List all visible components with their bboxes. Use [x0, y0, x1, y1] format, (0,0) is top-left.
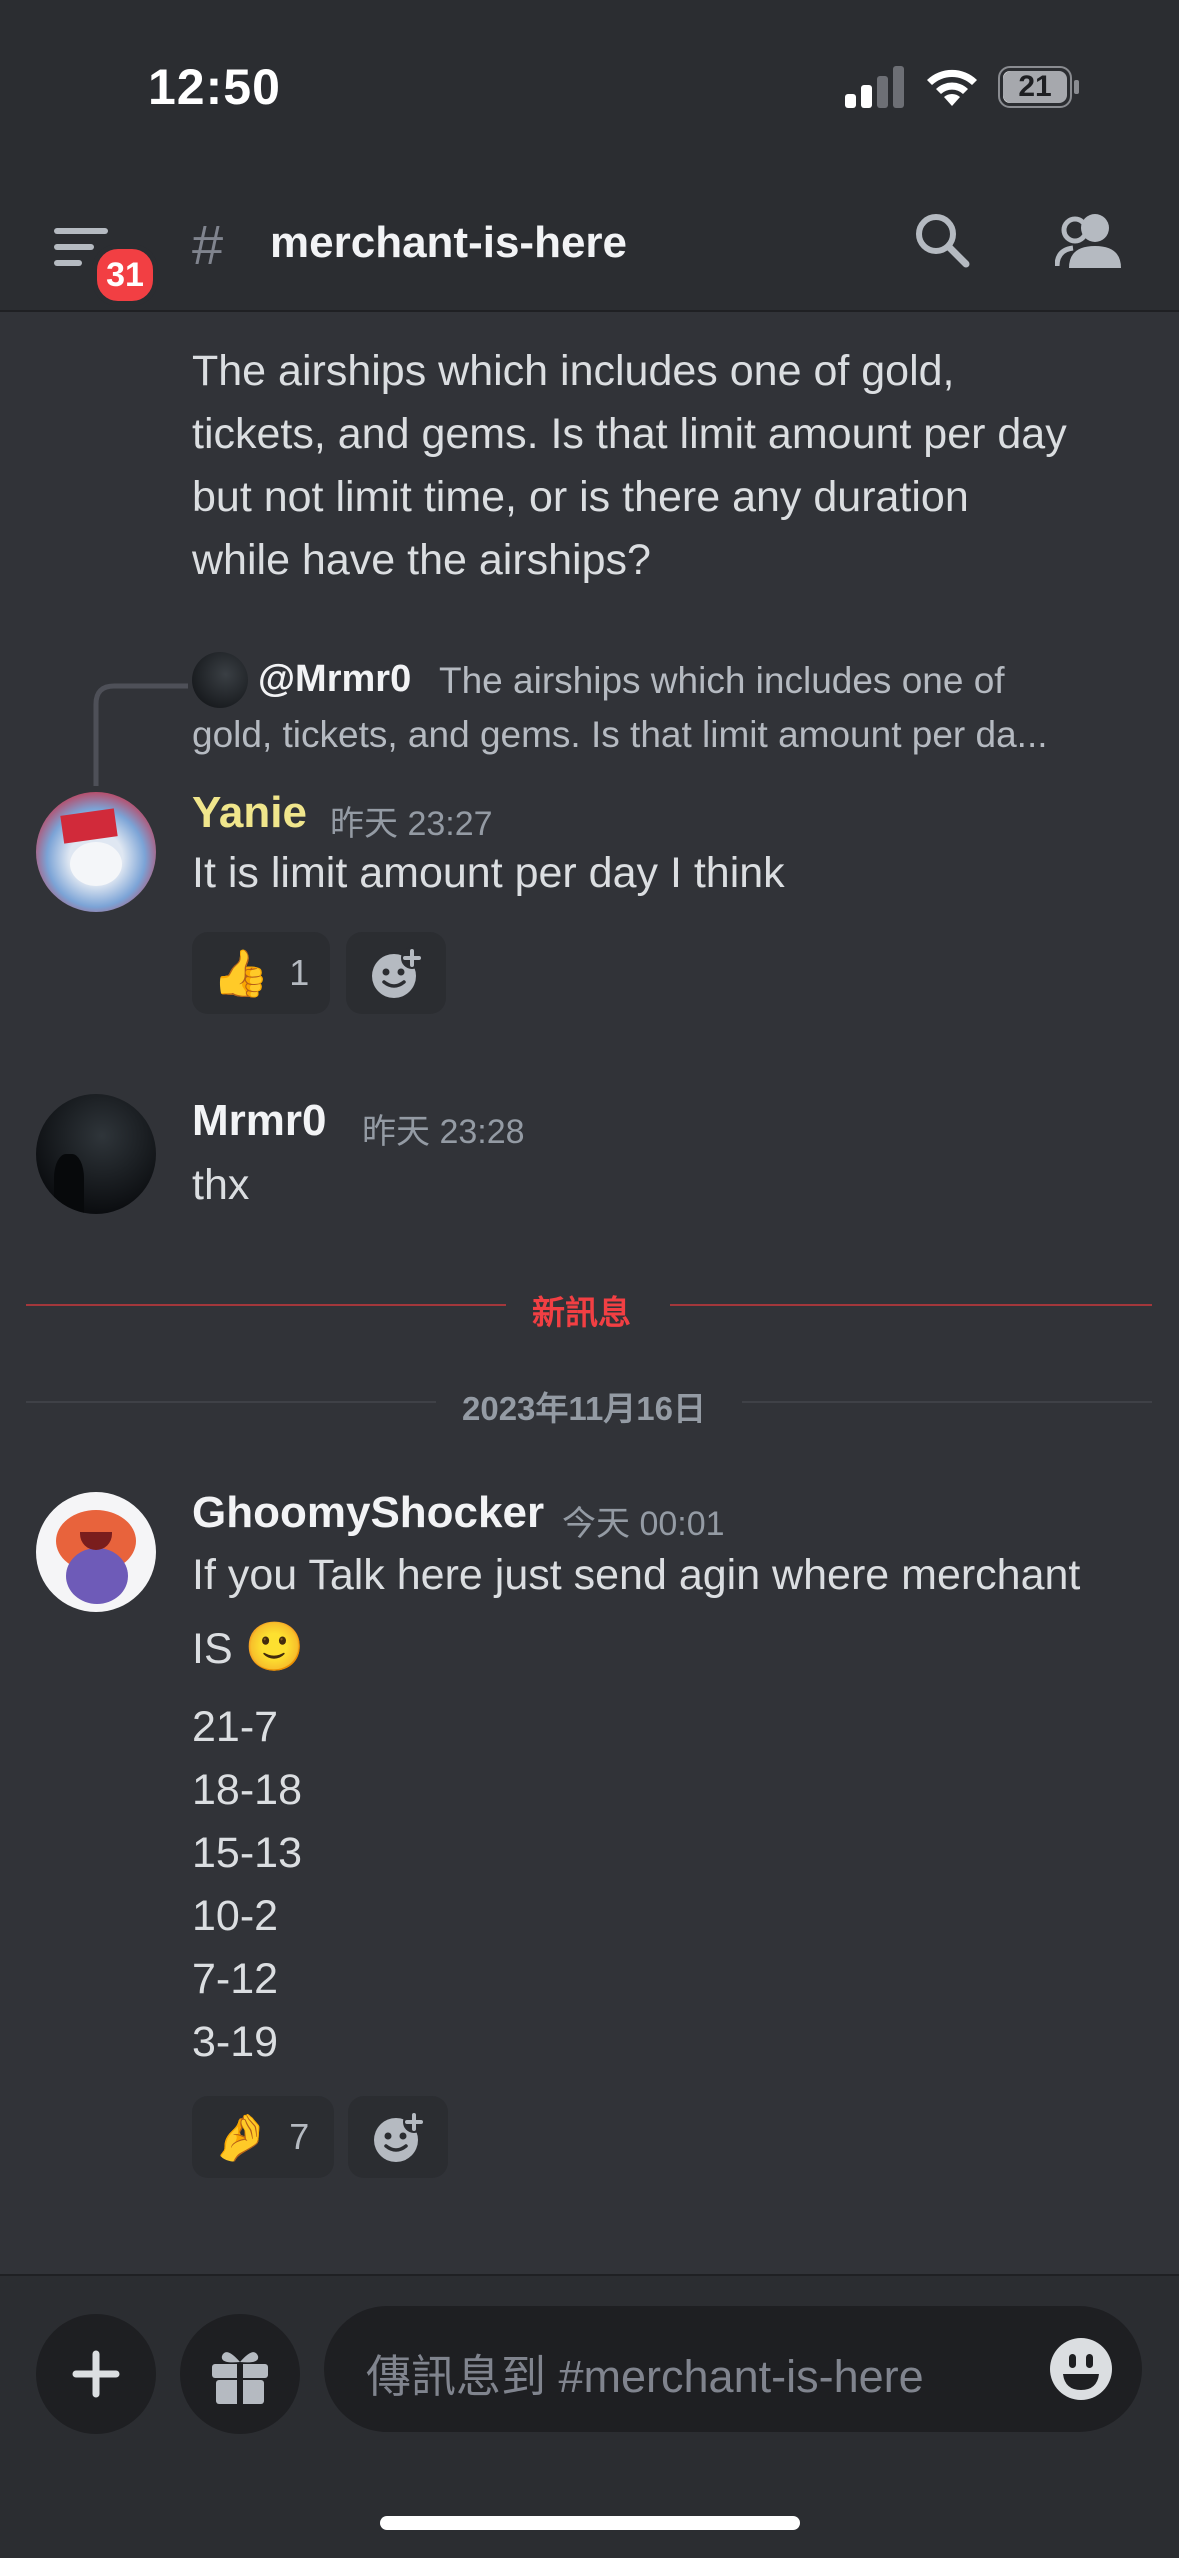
- location-line: 7-12: [192, 1955, 279, 2003]
- channel-title[interactable]: merchant-is-here: [270, 218, 627, 268]
- message-text-line2: IS 🙂: [192, 1616, 304, 1681]
- avatar-mrmr0[interactable]: [36, 1094, 156, 1214]
- channel-header: 31 # merchant-is-here: [0, 170, 1179, 312]
- reaction-pinched-fingers[interactable]: 🤌 7: [192, 2096, 334, 2178]
- location-line: 10-2: [192, 1892, 279, 1940]
- reply-preview-text: gold, tickets, and gems. Is that limit a…: [192, 714, 1048, 755]
- cellular-signal-icon: [845, 66, 904, 108]
- home-indicator[interactable]: [380, 2516, 800, 2530]
- username-mrmr0[interactable]: Mrmr0: [192, 1096, 327, 1146]
- reaction-thumbsup[interactable]: 👍 1: [192, 932, 330, 1014]
- reply-connector: [93, 683, 188, 786]
- plus-icon: [72, 2350, 120, 2398]
- timestamp: 昨天 23:27: [330, 805, 493, 843]
- gift-icon: [212, 2352, 268, 2406]
- add-reaction-icon: [372, 947, 423, 998]
- battery-icon: 21: [998, 66, 1080, 108]
- add-reaction-button[interactable]: [348, 2096, 448, 2178]
- location-line: 3-19: [192, 2018, 279, 2066]
- reply-preview[interactable]: @Mrmr0 The airships which includes one o…: [192, 652, 1152, 782]
- message-text: thx: [192, 1161, 250, 1209]
- message-input-placeholder: 傳訊息到 #merchant-is-here: [366, 2351, 924, 2402]
- status-time: 12:50: [148, 59, 281, 115]
- location-line: 21-7: [192, 1703, 279, 1751]
- date-divider-line: [742, 1401, 1152, 1403]
- add-reaction-button[interactable]: [346, 932, 446, 1014]
- avatar-ghoomyshocker[interactable]: [36, 1492, 156, 1612]
- date-divider-line: [26, 1401, 436, 1403]
- timestamp: 昨天 23:28: [362, 1113, 525, 1151]
- add-reaction-icon: [374, 2111, 425, 2162]
- message-composer: 傳訊息到 #merchant-is-here: [0, 2274, 1179, 2558]
- location-line: 18-18: [192, 1766, 302, 1814]
- emoji-picker-icon[interactable]: [1048, 2336, 1114, 2402]
- message-text: while have the airships?: [192, 536, 651, 584]
- reaction-count: 1: [289, 952, 310, 993]
- reply-preview-text: The airships which includes one of: [439, 660, 1005, 701]
- members-icon[interactable]: [1055, 210, 1123, 270]
- username-yanie[interactable]: Yanie: [192, 788, 307, 838]
- new-messages-line: [670, 1304, 1152, 1306]
- username-ghoomyshocker[interactable]: GhoomyShocker: [192, 1488, 544, 1538]
- message-list[interactable]: merchant.. The airships which includes o…: [0, 312, 1179, 2274]
- message-text: It is limit amount per day I think: [192, 849, 785, 897]
- avatar-yanie[interactable]: [36, 792, 156, 912]
- new-messages-line: [26, 1304, 506, 1306]
- timestamp: 今天 00:01: [562, 1505, 725, 1543]
- message-text: The airships which includes one of gold,: [192, 347, 955, 395]
- message-input[interactable]: 傳訊息到 #merchant-is-here: [324, 2306, 1142, 2432]
- slight-smile-icon: 🙂: [244, 1621, 305, 1674]
- message-text-partial: merchant..: [192, 312, 395, 327]
- new-messages-label: 新訊息: [532, 1294, 631, 1331]
- thumbs-up-icon: 👍: [212, 946, 270, 999]
- wifi-icon: [927, 69, 977, 106]
- reaction-count: 7: [289, 2116, 310, 2157]
- location-line: 15-13: [192, 1829, 302, 1877]
- message-text: but not limit time, or is there any dura…: [192, 473, 969, 521]
- status-bar: 12:50 21: [0, 0, 1179, 170]
- attach-button[interactable]: [36, 2314, 156, 2434]
- date-divider-label: 2023年11月16日: [462, 1390, 707, 1427]
- message-text: tickets, and gems. Is that limit amount …: [192, 410, 1067, 458]
- unread-badge: 31: [92, 244, 158, 306]
- reply-mention: @Mrmr0: [258, 658, 412, 700]
- channel-hash-icon: #: [192, 213, 224, 276]
- message-text: If you Talk here just send agin where me…: [192, 1551, 1081, 1599]
- search-icon[interactable]: [912, 210, 972, 270]
- channels-menu-button[interactable]: 31: [52, 218, 158, 306]
- reply-avatar: [192, 652, 248, 708]
- gift-button[interactable]: [180, 2314, 300, 2434]
- pinched-fingers-icon: 🤌: [212, 2110, 270, 2163]
- message-text: IS: [192, 1625, 233, 1673]
- battery-level: 21: [1018, 70, 1052, 103]
